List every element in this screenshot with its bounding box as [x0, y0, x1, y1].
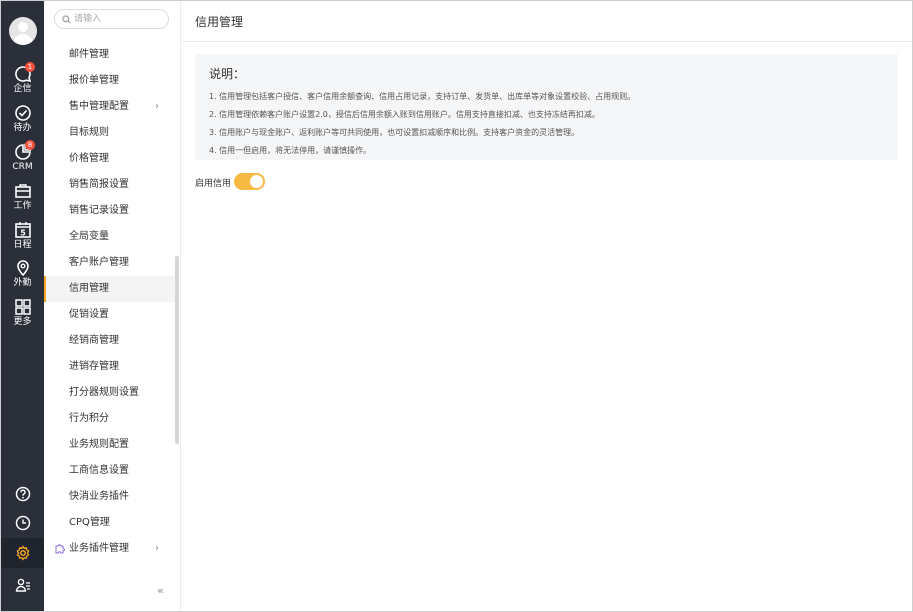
settings-gear-icon: [16, 545, 29, 561]
help-button[interactable]: [1, 479, 44, 509]
menu-item-plugin-management[interactable]: 业务插件管理 ›: [44, 536, 175, 562]
menu-item-promotion[interactable]: 促销设置: [44, 302, 175, 328]
menu-scrollbar[interactable]: [175, 256, 179, 444]
rail-item-label: 日程: [13, 240, 32, 250]
enable-credit-toggle[interactable]: [234, 173, 265, 190]
menu-item-customer-account[interactable]: 客户账户管理: [44, 250, 175, 276]
search-input[interactable]: [74, 12, 164, 26]
notice-line: 4. 信用一但启用，将无法停用，请谨慎操作。: [209, 146, 372, 155]
unread-badge: 1: [25, 62, 35, 72]
main-content: 信用管理 说明： 1. 信用管理包括客户授信、客户信用余额查询、信用占用记录，支…: [181, 1, 912, 611]
settings-button[interactable]: [1, 538, 44, 568]
chevron-right-icon: ›: [155, 543, 159, 554]
menu-item-email[interactable]: 邮件管理: [44, 42, 175, 68]
check-circle-icon: [14, 105, 31, 121]
calendar-day: 5: [20, 229, 26, 238]
clock-icon: [15, 515, 30, 531]
app-rail: 1 企信 待办 8 CRM 工作 5 日程 外勤 更多: [1, 1, 44, 611]
menu-list: 邮件管理 报价单管理 售中管理配置 › 目标规则 价格管理 销售简报设置 销售记录…: [44, 42, 175, 570]
page-title: 信用管理: [195, 15, 244, 29]
rail-item-label: 外勤: [13, 278, 32, 288]
puzzle-icon: [55, 544, 65, 554]
unread-badge: 8: [25, 140, 35, 150]
menu-item-inventory[interactable]: 进销存管理: [44, 354, 175, 380]
briefcase-icon: [14, 184, 31, 198]
menu-item-price[interactable]: 价格管理: [44, 146, 175, 172]
settings-menu: 邮件管理 报价单管理 售中管理配置› 目标规则 价格管理 销售简报设置 销售记录…: [44, 1, 181, 611]
contacts-button[interactable]: [1, 570, 44, 600]
divider: [181, 41, 912, 42]
rail-item-label: 企信: [13, 84, 32, 94]
rail-item-schedule[interactable]: 5 日程: [1, 221, 44, 257]
grid-icon: [14, 299, 31, 315]
menu-item-credit[interactable]: 信用管理: [44, 276, 175, 302]
menu-item-business-rules[interactable]: 业务规则配置: [44, 432, 175, 458]
menu-item-behavior-points[interactable]: 行为积分: [44, 406, 175, 432]
menu-item-global-vars[interactable]: 全局变量: [44, 224, 175, 250]
history-button[interactable]: [1, 508, 44, 538]
rail-item-crm[interactable]: 8 CRM: [1, 140, 44, 179]
notice-panel: 说明： 1. 信用管理包括客户授信、客户信用余额查询、信用占用记录，支持订单、发…: [195, 54, 898, 160]
menu-item-cut-off: [44, 562, 175, 570]
rail-item-label: 更多: [13, 317, 32, 327]
calendar-icon: 5: [14, 222, 31, 238]
menu-item-dealer[interactable]: 经销商管理: [44, 328, 175, 354]
rail-item-field[interactable]: 外勤: [1, 259, 44, 295]
rail-item-label: 待办: [13, 123, 32, 133]
toggle-knob: [250, 175, 263, 188]
rail-item-label: 工作: [13, 201, 32, 211]
chevron-right-icon: ›: [155, 101, 159, 112]
notice-line: 3. 信用账户与现金账户、返利账户等可共同使用，也可设置扣减顺序和比例。支持客户…: [209, 128, 580, 137]
enable-credit-label: 启用信用: [195, 179, 232, 189]
collapse-menu-button[interactable]: «: [157, 584, 164, 597]
rail-item-label: CRM: [12, 162, 33, 172]
rail-item-qixin[interactable]: 1 企信: [1, 62, 44, 101]
menu-item-fmcg-plugin[interactable]: 快消业务插件: [44, 484, 175, 510]
menu-search[interactable]: [54, 9, 169, 29]
search-icon: [62, 15, 71, 24]
menu-item-target-rules[interactable]: 目标规则: [44, 120, 175, 146]
menu-item-business-info[interactable]: 工商信息设置: [44, 458, 175, 484]
menu-item-in-sale-config[interactable]: 售中管理配置 ›: [44, 94, 175, 120]
rail-item-more[interactable]: 更多: [1, 298, 44, 334]
menu-item-sales-record[interactable]: 销售记录设置: [44, 198, 175, 224]
rail-item-todo[interactable]: 待办: [1, 104, 44, 140]
notice-line: 2. 信用管理依赖客户账户设置2.0，授信后信用余额入账到信用账户。信用支持直接…: [209, 110, 600, 119]
user-avatar[interactable]: [9, 17, 37, 45]
help-icon: [15, 486, 30, 502]
location-pin-icon: [16, 260, 29, 277]
menu-item-scorer-rules[interactable]: 打分器规则设置: [44, 380, 175, 406]
menu-item-quote[interactable]: 报价单管理: [44, 68, 175, 94]
notice-title: 说明：: [209, 67, 246, 81]
rail-item-work[interactable]: 工作: [1, 182, 44, 218]
menu-item-sales-brief[interactable]: 销售简报设置: [44, 172, 175, 198]
notice-line: 1. 信用管理包括客户授信、客户信用余额查询、信用占用记录，支持订单、发货单、出…: [209, 92, 636, 101]
user-list-icon: [15, 578, 30, 592]
menu-item-cpq[interactable]: CPQ管理: [44, 510, 175, 536]
